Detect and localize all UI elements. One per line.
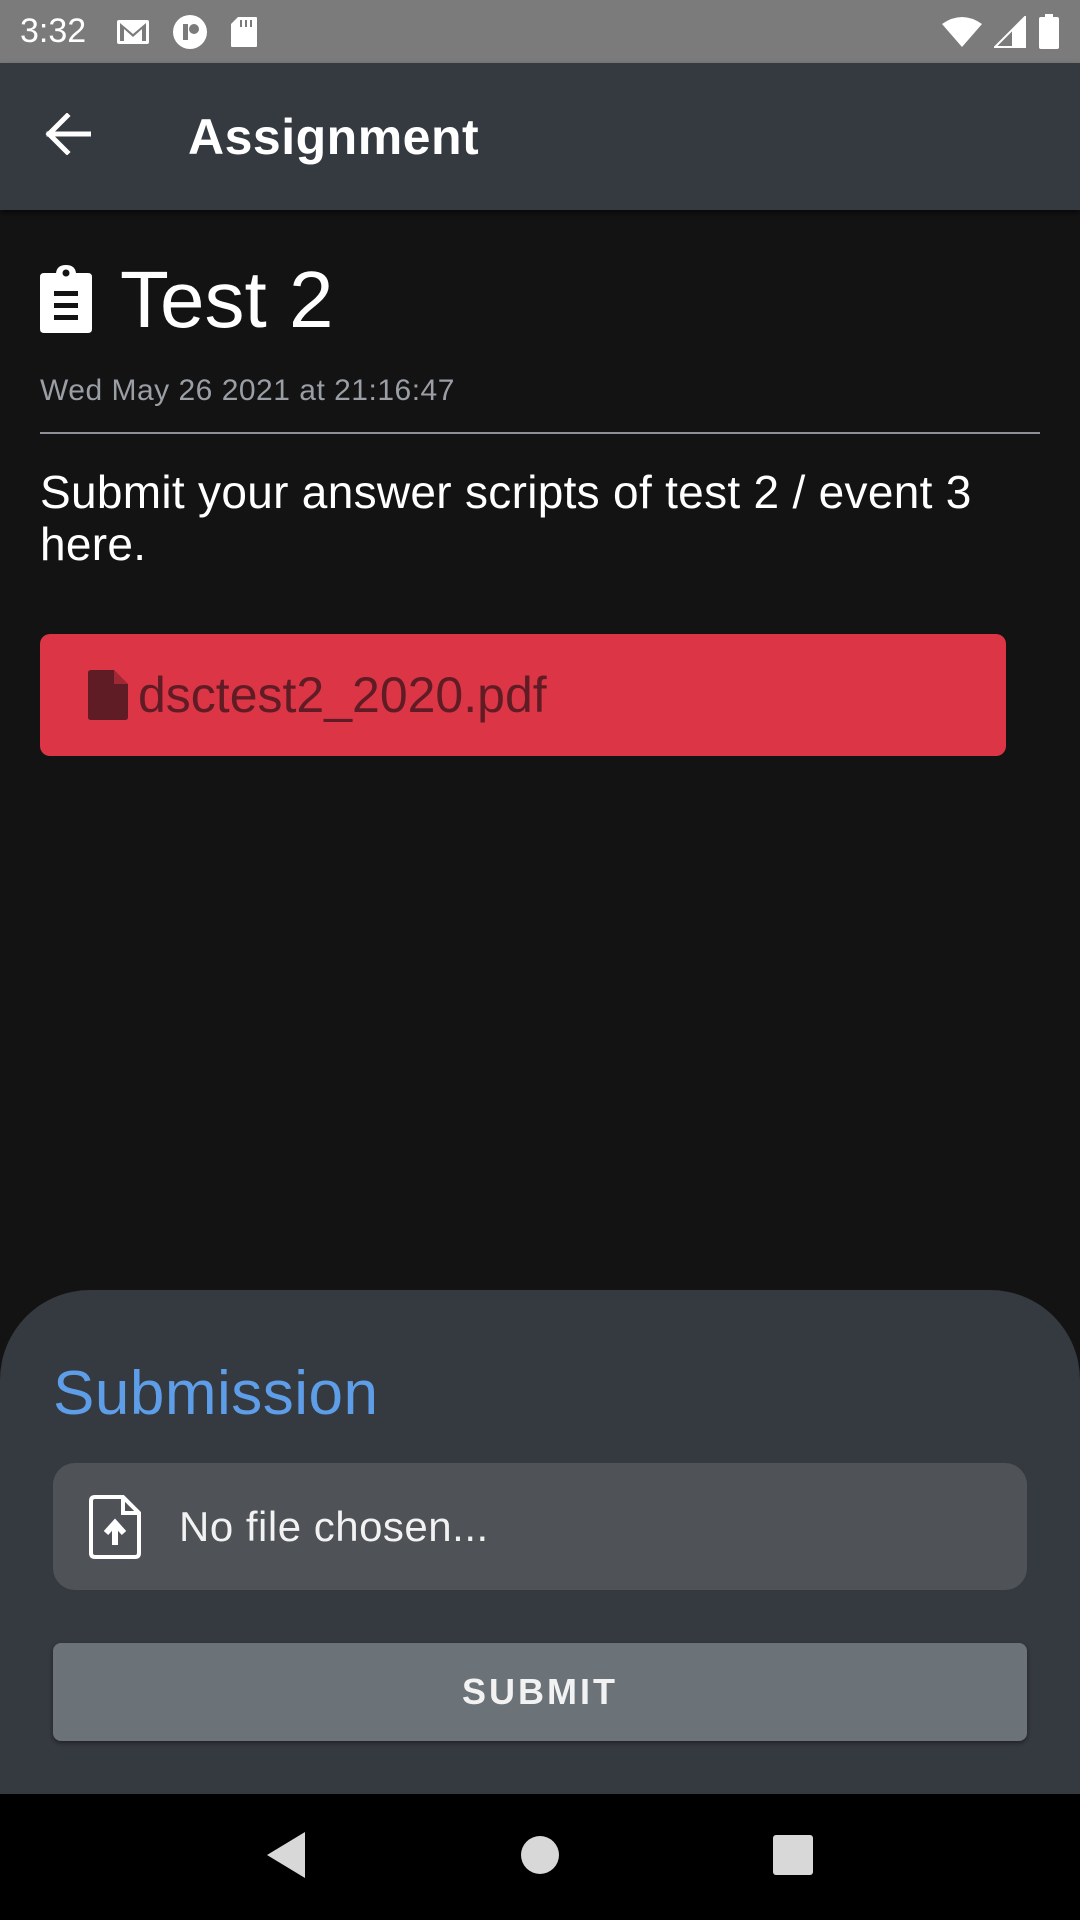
assignment-content: Test 2 Wed May 26 2021 at 21:16:47 Submi… xyxy=(40,210,1040,756)
back-triangle-icon xyxy=(266,1831,307,1883)
recents-square-icon xyxy=(773,1834,814,1880)
file-picker-placeholder: No file chosen... xyxy=(179,1502,489,1550)
submit-button[interactable]: SUBMIT xyxy=(53,1643,1027,1741)
assignment-description: Submit your answer scripts of test 2 / e… xyxy=(40,466,972,570)
status-bar: 3:32 xyxy=(0,0,1080,63)
home-circle-icon xyxy=(520,1835,560,1880)
nav-recents-button[interactable] xyxy=(753,1817,833,1897)
nav-home-button[interactable] xyxy=(500,1817,580,1897)
screen: 3:32 Assignment Test 2 Wed May 26 2021 a… xyxy=(0,0,1080,1920)
app-notification-icon xyxy=(172,14,208,50)
system-nav-bar xyxy=(0,1794,1080,1920)
wifi-icon xyxy=(942,16,982,48)
submission-title: Submission xyxy=(53,1359,379,1428)
page-title: Assignment xyxy=(188,108,480,165)
assignment-timestamp: Wed May 26 2021 at 21:16:47 xyxy=(40,374,455,407)
gmail-icon xyxy=(116,19,150,45)
attachment-button[interactable]: dsctest2_2020.pdf xyxy=(40,634,1006,756)
clipboard-icon xyxy=(40,265,96,335)
assignment-header: Test 2 xyxy=(40,260,1040,340)
status-time: 3:32 xyxy=(20,12,87,50)
file-icon xyxy=(88,670,128,720)
nav-back-button[interactable] xyxy=(247,1817,327,1897)
status-left-icons xyxy=(116,14,258,50)
sd-card-icon xyxy=(230,16,258,48)
submission-sheet: Submission No file chosen... SUBMIT xyxy=(0,1290,1080,1794)
cell-signal-icon xyxy=(994,15,1026,48)
file-upload-icon xyxy=(89,1494,141,1559)
attachment-filename: dsctest2_2020.pdf xyxy=(138,667,547,723)
file-picker[interactable]: No file chosen... xyxy=(53,1463,1027,1590)
status-right-icons xyxy=(942,13,1060,50)
back-button[interactable] xyxy=(18,87,118,187)
assignment-title: Test 2 xyxy=(120,255,334,344)
arrow-back-icon xyxy=(45,112,92,160)
divider xyxy=(40,432,1040,434)
battery-icon xyxy=(1038,13,1060,50)
app-bar: Assignment xyxy=(0,63,1080,210)
